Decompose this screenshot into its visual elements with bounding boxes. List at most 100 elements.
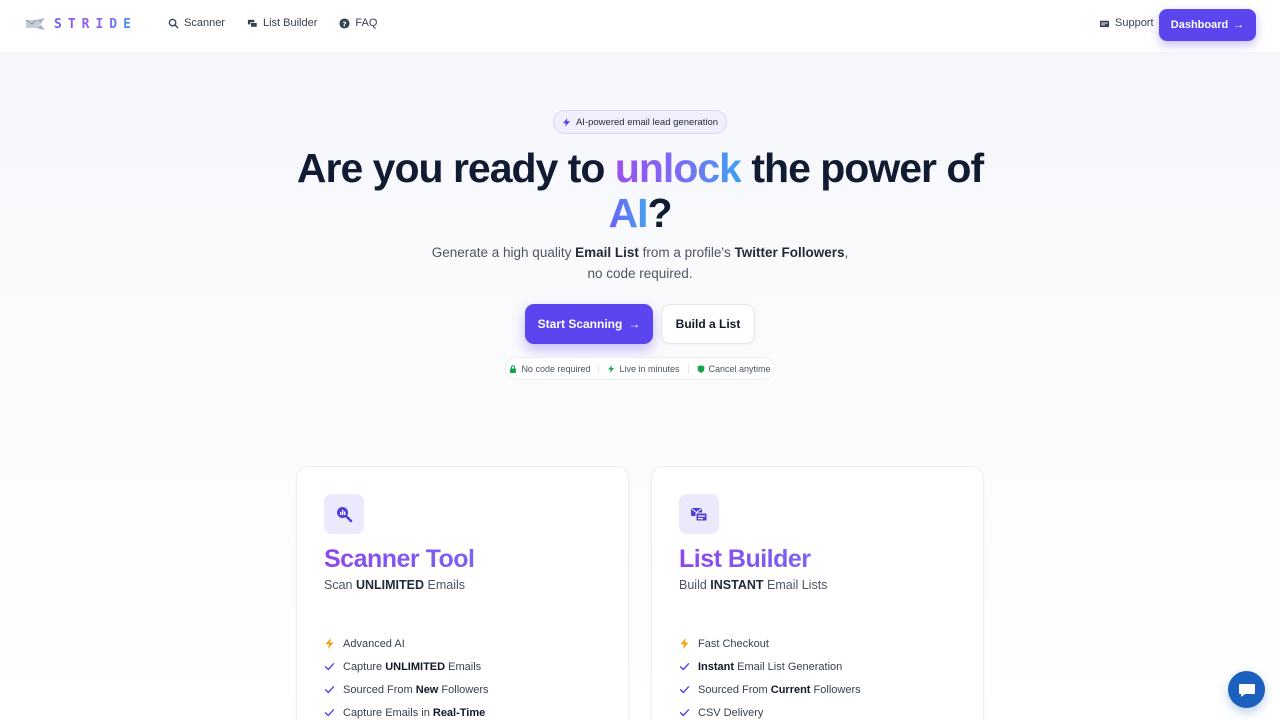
arrow-right-icon: → bbox=[628, 317, 641, 331]
card-subtitle-bold: UNLIMITED bbox=[355, 578, 425, 592]
brand-logo[interactable]: STRIDE bbox=[24, 16, 137, 32]
nav-list-builder[interactable]: List Builder bbox=[247, 17, 317, 29]
list-builder-icon bbox=[247, 19, 258, 28]
list-item: Instant Email List Generation bbox=[679, 655, 861, 678]
support-link[interactable]: Support bbox=[1099, 17, 1154, 29]
text-bold: Real-Time bbox=[432, 706, 486, 719]
text: Sourced From bbox=[343, 683, 416, 696]
text-bold: UNLIMITED bbox=[385, 660, 446, 673]
nav-scanner-label: Scanner bbox=[184, 17, 225, 29]
bolt-icon bbox=[325, 638, 334, 649]
feature-label: No code required bbox=[521, 363, 591, 374]
hero-subtitle-text: , bbox=[844, 245, 849, 260]
text: Capture bbox=[343, 660, 386, 673]
hero-title: Are you ready to unlock the power of AI? bbox=[240, 146, 1040, 236]
svg-text:?: ? bbox=[343, 19, 347, 28]
text-bold: Current bbox=[770, 683, 811, 696]
text: Emails bbox=[445, 660, 482, 673]
hero-subtitle-text: from a profile's bbox=[638, 245, 735, 260]
card-subtitle: Build INSTANT Email Lists bbox=[679, 578, 827, 592]
start-scanning-button[interactable]: Start Scanning → bbox=[525, 304, 653, 344]
hero-subtitle-line2: no code required. bbox=[587, 266, 693, 281]
chat-bubble-icon bbox=[1238, 683, 1255, 697]
support-icon bbox=[1099, 20, 1110, 27]
text: Fast Checkout bbox=[698, 637, 769, 650]
hero-subtitle-text: Generate a high quality bbox=[431, 245, 576, 260]
dashboard-button[interactable]: Dashboard → bbox=[1159, 9, 1256, 41]
divider bbox=[687, 363, 689, 374]
build-list-label: Build a List bbox=[675, 317, 741, 331]
list-item-text: Sourced From Current Followers bbox=[698, 684, 861, 696]
text: Advanced AI bbox=[343, 637, 405, 650]
hero-subtitle-bold: Email List bbox=[575, 245, 639, 260]
chart-search-icon bbox=[337, 507, 353, 523]
list-item-text: Fast Checkout bbox=[698, 638, 769, 650]
question-icon: ? bbox=[339, 17, 350, 29]
card-subtitle-text: Emails bbox=[424, 578, 466, 592]
brand-name: STRIDE bbox=[54, 16, 137, 32]
card-title: List Builder bbox=[679, 545, 811, 573]
card-subtitle-text: Scan bbox=[324, 578, 356, 592]
list-item-text: CSV Delivery bbox=[698, 707, 763, 719]
dashboard-label: Dashboard bbox=[1170, 19, 1229, 31]
hero-title-end: ? bbox=[647, 190, 672, 236]
nav-scanner[interactable]: Scanner bbox=[168, 17, 225, 29]
card-subtitle-text: Email Lists bbox=[763, 578, 828, 592]
search-icon bbox=[168, 18, 179, 29]
feature-strip: No code required Live in minutes Cancel … bbox=[505, 357, 775, 380]
scanner-card[interactable]: Scanner Tool Scan UNLIMITED Emails Advan… bbox=[296, 466, 629, 720]
text-bold: New bbox=[415, 683, 439, 696]
text: Followers bbox=[438, 683, 489, 696]
hero-subtitle: Generate a high quality Email List from … bbox=[400, 242, 880, 284]
hero-badge: AI-powered email lead generation bbox=[553, 110, 727, 134]
nav-links: Scanner List Builder ? FAQ bbox=[168, 17, 377, 29]
hero-title-highlight: unlock bbox=[614, 145, 742, 191]
build-list-button[interactable]: Build a List bbox=[661, 304, 755, 344]
list-item: CSV Delivery bbox=[679, 701, 861, 720]
feature-label: Cancel anytime bbox=[708, 363, 771, 374]
check-icon bbox=[679, 686, 690, 694]
feature-list: Fast Checkout Instant Email List Generat… bbox=[679, 632, 861, 720]
support-label: Support bbox=[1115, 17, 1154, 29]
card-subtitle-bold: INSTANT bbox=[710, 578, 764, 592]
list-item: Sourced From Current Followers bbox=[679, 678, 861, 701]
check-icon bbox=[324, 663, 335, 671]
bolt-icon bbox=[680, 638, 689, 649]
bolt-icon bbox=[608, 364, 615, 373]
feature-label: Live in minutes bbox=[619, 363, 680, 374]
hero-title-part2: the power of bbox=[740, 145, 984, 191]
list-item-text: Instant Email List Generation bbox=[698, 661, 842, 673]
feature-list: Advanced AI Capture UNLIMITED Emails Sou… bbox=[324, 632, 489, 720]
nav-faq[interactable]: ? FAQ bbox=[339, 17, 377, 29]
feature-live: Live in minutes bbox=[607, 363, 680, 374]
card-subtitle: Scan UNLIMITED Emails bbox=[324, 578, 465, 592]
text: Email List Generation bbox=[734, 660, 843, 673]
divider bbox=[598, 363, 600, 374]
hero-subtitle-bold: Twitter Followers bbox=[734, 245, 845, 260]
text: Sourced From bbox=[698, 683, 771, 696]
list-item: Sourced From New Followers bbox=[324, 678, 489, 701]
list-item-text: Capture Emails in Real-Time bbox=[343, 707, 485, 719]
check-icon bbox=[324, 686, 335, 694]
list-item-text: Advanced AI bbox=[343, 638, 405, 650]
list-item: Capture Emails in Real-Time bbox=[324, 701, 489, 720]
text: CSV Delivery bbox=[698, 706, 764, 719]
chat-widget-button[interactable] bbox=[1228, 671, 1265, 708]
nav-faq-label: FAQ bbox=[355, 17, 378, 29]
start-scanning-label: Start Scanning bbox=[537, 317, 623, 331]
check-icon bbox=[679, 663, 690, 671]
lock-icon bbox=[510, 364, 517, 373]
list-item: Advanced AI bbox=[324, 632, 489, 655]
arrow-right-icon: → bbox=[1233, 19, 1245, 31]
hero-badge-label: AI-powered email lead generation bbox=[575, 116, 719, 128]
shield-icon bbox=[697, 364, 704, 373]
hero-title-part1: Are you ready to bbox=[296, 145, 615, 191]
mail-list-icon bbox=[691, 508, 708, 522]
bolt-icon bbox=[562, 117, 571, 127]
card-icon-box bbox=[324, 494, 364, 534]
text-bold: Instant bbox=[698, 660, 735, 673]
list-item-text: Sourced From New Followers bbox=[343, 684, 489, 696]
text: Capture Emails in bbox=[343, 706, 433, 719]
card-subtitle-text: Build bbox=[679, 578, 711, 592]
list-builder-card[interactable]: List Builder Build INSTANT Email Lists F… bbox=[651, 466, 984, 720]
